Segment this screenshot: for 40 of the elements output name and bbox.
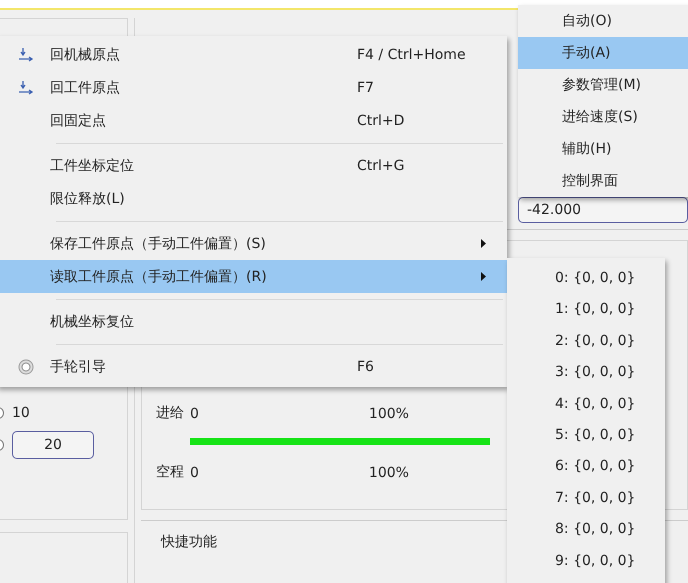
menu-item[interactable]: 限位释放(L) [0, 182, 507, 215]
feed-max-value: 100% [368, 406, 409, 422]
menu-item[interactable]: 7: {0, 0, 0} [507, 482, 665, 514]
menu-item[interactable]: 6: {0, 0, 0} [507, 451, 665, 483]
menu-item[interactable]: 1: {0, 0, 0} [507, 294, 665, 326]
menu-item[interactable]: 工件坐标定位 Ctrl+G [0, 149, 507, 182]
menu-item[interactable]: 回固定点 Ctrl+D [0, 104, 507, 137]
menu-item[interactable]: 8: {0, 0, 0} [507, 514, 665, 546]
menu-item[interactable]: 手轮引导 F6 [0, 350, 507, 383]
rapid-max-value: 100% [368, 465, 409, 481]
menu-item[interactable]: 9: {0, 0, 0} [507, 546, 665, 577]
step-field[interactable]: 20 [12, 431, 94, 459]
menu-item[interactable]: 控制界面 [518, 165, 688, 197]
menu-item[interactable]: 回机械原点 F4 / Ctrl+Home [0, 38, 507, 71]
menu-item[interactable]: 4: {0, 0, 0} [507, 388, 665, 420]
menu-item[interactable]: 进给速度(S) [518, 101, 688, 133]
menu-item[interactable]: 0: {0, 0, 0} [507, 263, 665, 294]
down-arrow-icon [19, 48, 33, 62]
menu-item[interactable]: 机械坐标复位 [0, 305, 507, 338]
shortcuts-group-title: 快捷功能 [161, 534, 217, 550]
menu-item[interactable]: 2: {0, 0, 0} [507, 326, 665, 358]
down-arrow-icon [19, 80, 33, 94]
menu-item[interactable]: 参数管理(M) [518, 69, 688, 101]
menu-item[interactable]: 保存工件原点（手动工件偏置）(S) [0, 227, 507, 260]
menu-item[interactable]: 手动(A) [518, 37, 688, 69]
rapid-min-value: 0 [190, 465, 199, 481]
submenu-arrow-icon [481, 272, 486, 280]
feed-min-value: 0 [190, 406, 199, 422]
step-label: 10 [12, 405, 30, 421]
menu-item[interactable]: 辅助(H) [518, 133, 688, 165]
rapid-label: 空程 [156, 463, 184, 481]
coordinate-field[interactable]: -42.000 [518, 197, 688, 223]
menu-item[interactable]: 读取工件原点（手动工件偏置）(R) [0, 260, 507, 293]
handwheel-icon [18, 358, 34, 374]
menu-item[interactable]: 5: {0, 0, 0} [507, 420, 665, 452]
feed-label: 进给 [156, 404, 184, 422]
menu-item[interactable]: 3: {0, 0, 0} [507, 357, 665, 389]
menu-item[interactable]: 回工件原点 F7 [0, 71, 507, 104]
menu-item[interactable]: 自动(O) [518, 5, 688, 37]
submenu-arrow-icon [481, 238, 486, 248]
